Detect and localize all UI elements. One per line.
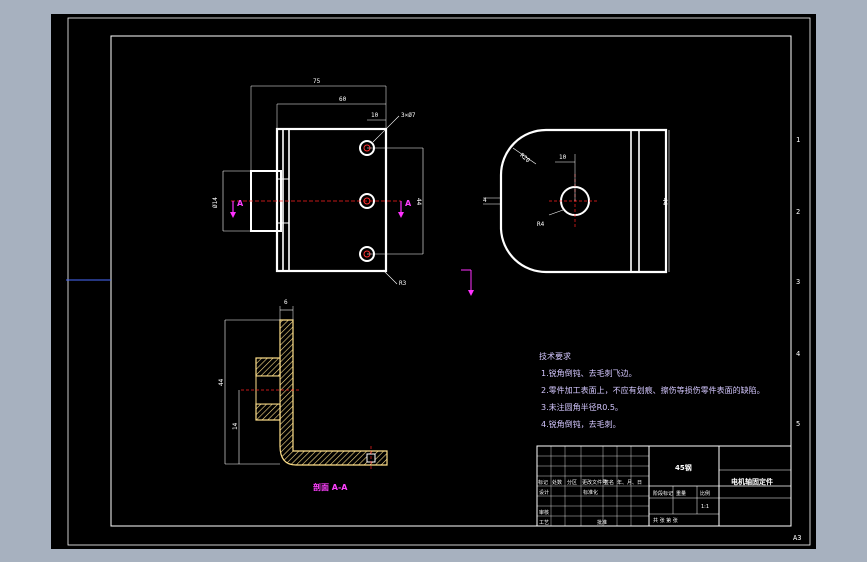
tb-header: 处数 (552, 479, 562, 486)
zone-mark: 3 (796, 278, 800, 286)
dim-text: 14 (232, 422, 239, 430)
note-item: 2.零件加工表面上，不应有划痕、擦伤等损伤零件表面的缺陷。 (541, 385, 765, 395)
drawing-sheet: 1 2 3 4 5 A3 75 60 10 3×Ø7 Ø14 44 R3 A A… (51, 14, 816, 549)
section-view: 6 44 14 剖面 A-A (218, 299, 388, 492)
side-profile-outline (499, 128, 668, 274)
dim-text: Ø14 (212, 197, 219, 208)
dim-text: R20 (518, 152, 531, 165)
part-name: 电机轴固定件 (731, 477, 773, 486)
tb-sheets: 共 张 第 张 (653, 517, 678, 524)
zone-mark: 2 (796, 208, 800, 216)
note-item: 3.未注圆角半径R0.5。 (541, 402, 623, 412)
dim-text: 44 (661, 198, 668, 206)
material-label: 45钢 (675, 463, 692, 472)
section-boss-lower (255, 403, 281, 421)
tb-row-label: 工艺 (539, 520, 549, 526)
tb-weight: 重量 (676, 490, 686, 497)
leader-line (548, 209, 564, 216)
tb-stage: 阶段标记 (653, 490, 673, 497)
tb-scale: 比例 (700, 490, 710, 497)
zone-mark: 5 (796, 420, 800, 428)
outer-border (67, 17, 811, 546)
section-mark-label: A (237, 199, 244, 208)
dim-text: 10 (371, 112, 379, 119)
front-view: 75 60 10 3×Ø7 Ø14 44 R3 A A (212, 78, 424, 287)
dim-text: 6 (284, 299, 288, 306)
dim-text: 44 (415, 198, 422, 206)
title-block-text: 45钢 电机轴固定件 标记 处数 分区 更改文件号 签名 年、月、日 设计 标准… (538, 463, 773, 526)
note-item: 1.锐角倒钝、去毛刺飞边。 (541, 368, 637, 378)
zone-marks: 1 2 3 4 5 (796, 136, 800, 428)
tb-std-label: 标准化 (583, 489, 598, 496)
note-item: 4.锐角倒钝，去毛刺。 (541, 419, 621, 429)
section-mark-label: A (405, 199, 412, 208)
cad-drawing-canvas: 1 2 3 4 5 A3 75 60 10 3×Ø7 Ø14 44 R3 A A… (66, 17, 811, 546)
dim-text: 4 (483, 197, 487, 204)
leader-line (382, 269, 398, 285)
dim-text: 3×Ø7 (401, 112, 416, 119)
tb-scale-value: 1:1 (701, 504, 709, 510)
title-block (536, 445, 792, 527)
tb-row-label: 审核 (539, 509, 549, 516)
dim-text: R4 (537, 221, 545, 228)
dim-text: 10 (559, 154, 567, 161)
dim-text: 60 (339, 96, 347, 103)
zone-mark: 1 (796, 136, 800, 144)
tb-row-label: 设计 (539, 489, 549, 496)
technical-notes: 技术要求 1.锐角倒钝、去毛刺飞边。 2.零件加工表面上，不应有划痕、擦伤等损伤… (539, 351, 765, 429)
dim-text: 75 (313, 78, 321, 85)
view-marker-head (468, 290, 474, 296)
inner-border (110, 35, 792, 527)
tb-approve: 批准 (597, 519, 607, 526)
tb-header: 标记 (538, 479, 548, 486)
tb-header: 签名 (604, 479, 614, 486)
zone-mark: 4 (796, 350, 800, 358)
section-title: 剖面 A-A (313, 482, 348, 492)
side-view: 10 R20 4 R4 44 (461, 128, 670, 296)
section-arrow-head (230, 212, 236, 218)
tb-header: 分区 (567, 479, 577, 486)
section-plate (279, 319, 388, 465)
section-arrow-head (398, 212, 404, 218)
sheet-size-label: A3 (793, 534, 801, 542)
section-bent-plate (279, 319, 388, 466)
dim-text: 44 (218, 378, 225, 386)
notes-title: 技术要求 (539, 351, 571, 361)
tb-header: 年、月、日 (617, 479, 642, 486)
section-boss-upper (255, 357, 281, 377)
dim-text: R3 (399, 280, 407, 287)
